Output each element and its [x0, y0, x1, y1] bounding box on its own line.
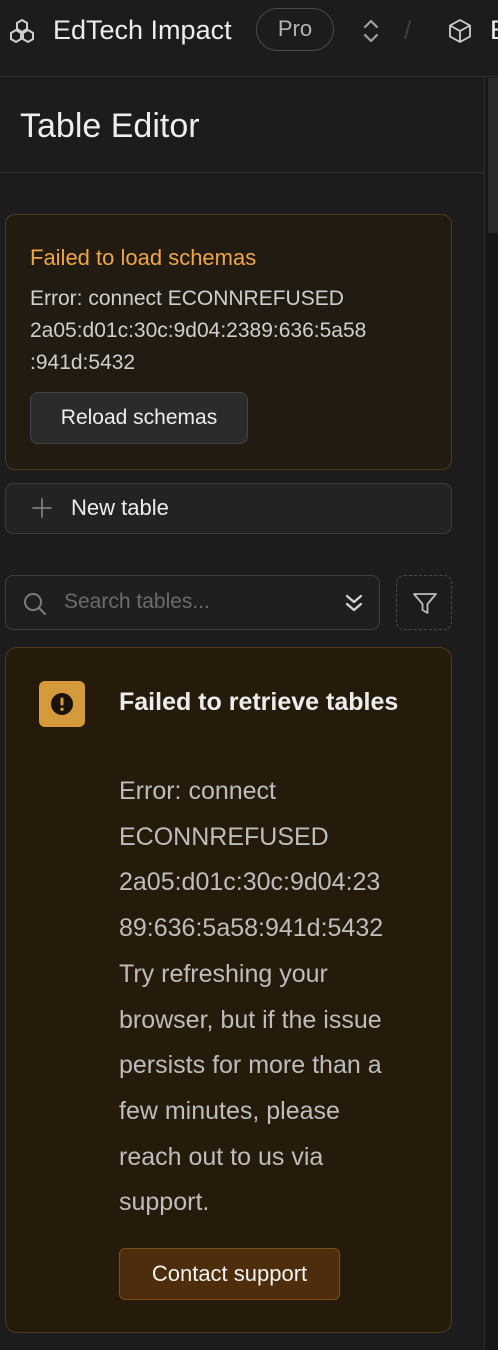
search-input[interactable] [62, 584, 332, 620]
exclamation-icon [51, 693, 73, 715]
warning-badge [39, 681, 85, 727]
top-navigation-bar: EdTech Impact Pro / E [0, 0, 498, 77]
search-icon [24, 593, 46, 615]
tables-error-line: persists for more than a [119, 1051, 382, 1080]
reload-schemas-button[interactable]: Reload schemas [30, 392, 248, 444]
schema-error-message: Error: connect ECONNREFUSED 2a05:d01c:30… [30, 283, 440, 379]
tables-error-line: reach out to us via [119, 1142, 324, 1171]
new-table-label: New table [71, 495, 169, 520]
tables-error-line: Error: connect [119, 777, 277, 805]
tables-error-title: Failed to retrieve tables [119, 688, 399, 716]
org-logo-icon[interactable] [8, 18, 36, 44]
schema-error-line: :941d:5432 [30, 351, 136, 374]
cube-icon [449, 19, 471, 43]
schema-error-line: 2a05:d01c:30c:9d04:2389:636:5a58 [30, 319, 367, 342]
tables-error-line: browser, but if the issue [119, 1005, 382, 1034]
tables-error-alert: Failed to retrieve tables Error: connect… [5, 647, 452, 1333]
divider [0, 172, 484, 173]
chevron-up-down-icon[interactable] [358, 16, 384, 46]
filter-icon [413, 593, 437, 614]
contact-support-button[interactable]: Contact support [119, 1248, 340, 1300]
tables-error-line: ECONNREFUSED [119, 822, 329, 851]
search-tables-field[interactable] [5, 575, 380, 630]
schema-error-alert: Failed to load schemas Error: connect EC… [5, 214, 452, 470]
plus-icon [32, 498, 52, 518]
tables-error-line: few minutes, please [119, 1096, 340, 1125]
tables-error-message: Error: connect ECONNREFUSED 2a05:d01c:30… [119, 769, 439, 1226]
organization-name[interactable]: EdTech Impact [53, 12, 232, 48]
scrollbar-thumb[interactable] [488, 78, 498, 233]
new-table-button[interactable]: New table [5, 483, 452, 534]
plan-badge: Pro [256, 8, 334, 51]
schema-error-line: Error: connect ECONNREFUSED [30, 287, 344, 310]
tables-error-line: 89:636:5a58:941d:5432 [119, 914, 384, 943]
breadcrumb-separator: / [404, 15, 412, 45]
tables-error-line: support. [119, 1188, 210, 1217]
filter-button[interactable] [396, 575, 452, 630]
chevrons-down-icon[interactable] [342, 590, 366, 616]
page-title: Table Editor [20, 107, 200, 145]
content-area-edge [484, 78, 498, 1350]
project-name[interactable]: E [490, 12, 498, 48]
tables-error-line: Try refreshing your [119, 959, 328, 988]
schema-error-title: Failed to load schemas [30, 245, 257, 270]
tables-error-line: 2a05:d01c:30c:9d04:23 [119, 868, 381, 897]
